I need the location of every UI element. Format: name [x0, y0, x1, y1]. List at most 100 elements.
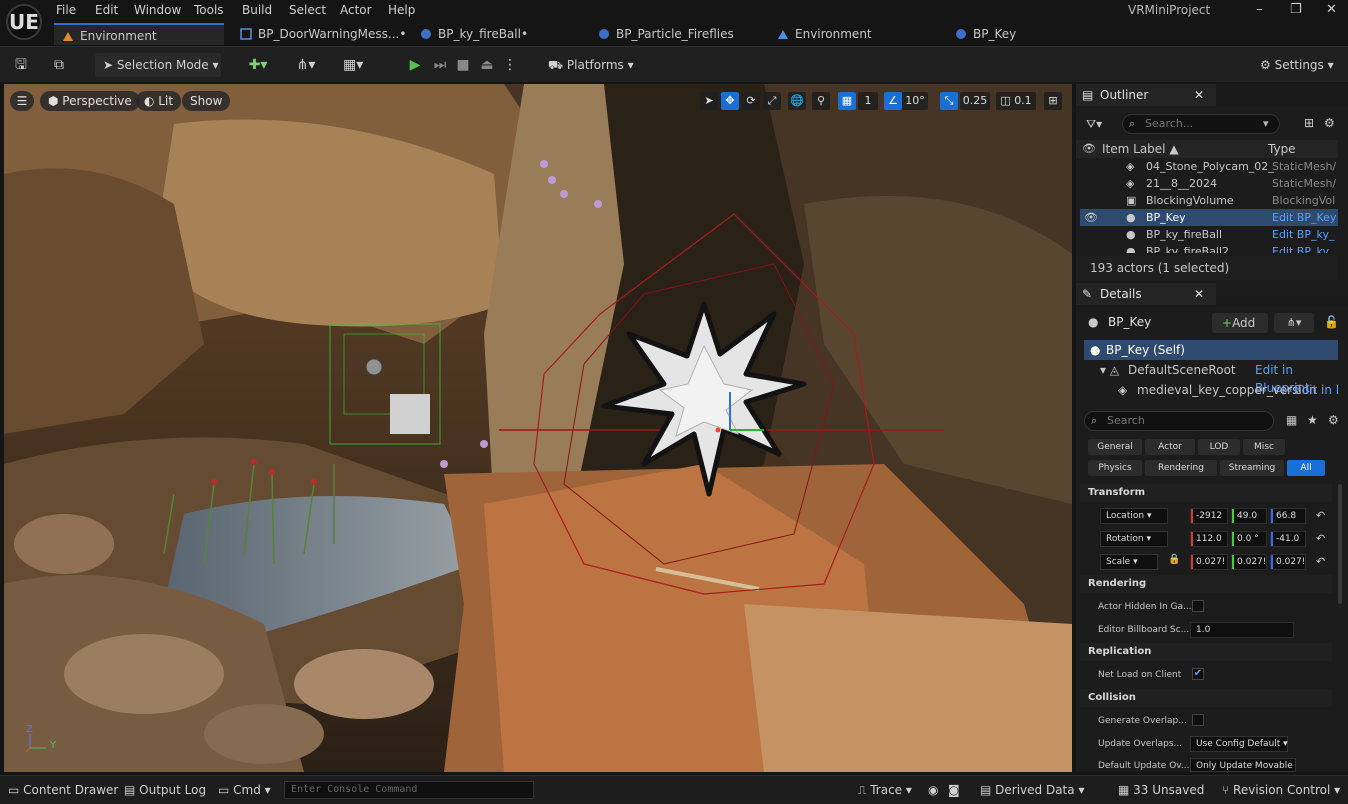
menu-help[interactable]: Help: [388, 3, 415, 17]
filter-misc[interactable]: Misc: [1243, 439, 1285, 455]
scale-y-field[interactable]: 0.027!: [1231, 554, 1267, 570]
content-drawer-button[interactable]: ▭ Content Drawer: [8, 783, 118, 797]
menu-file[interactable]: File: [56, 3, 76, 17]
outliner-search-input[interactable]: ⌕ Search... ▾: [1122, 114, 1280, 134]
filter-streaming[interactable]: Streaming: [1220, 460, 1284, 476]
screenshot-icon[interactable]: ◙: [948, 783, 960, 797]
tab-bp-ky-fireball[interactable]: BP_ky_fireBall•: [420, 23, 528, 45]
tab-bp-doorwarning[interactable]: BP_DoorWarningMess...•: [240, 23, 406, 45]
tab-bp-key[interactable]: BP_Key: [955, 23, 1016, 45]
item-type-link[interactable]: Edit BP_ky_: [1272, 226, 1334, 243]
location-dropdown[interactable]: Location ▾: [1100, 508, 1168, 524]
level-viewport[interactable]: ☰ ⬢ Perspective ◐ Lit Show ➤ ✥ ⟳ ⤢ 🌐 ⚲ ▦…: [4, 84, 1072, 772]
rendering-category[interactable]: Rendering: [1080, 575, 1332, 593]
component-medieval-key[interactable]: ◈ medieval_key_copper_versionEdit in Bl: [1084, 381, 1338, 399]
play-icon[interactable]: ▶: [405, 55, 425, 75]
revision-control-dropdown[interactable]: ⑂ Revision Control ▾: [1222, 783, 1340, 797]
generate-overlap-checkbox[interactable]: [1192, 714, 1204, 726]
outliner-tab[interactable]: ▤ Outliner ✕: [1076, 84, 1216, 106]
scale-x-field[interactable]: 0.027!: [1190, 554, 1228, 570]
filter-icon[interactable]: ⛛▾: [1086, 117, 1102, 132]
filter-actor[interactable]: Actor: [1145, 439, 1195, 455]
item-type-link[interactable]: Edit BP_ky: [1272, 243, 1329, 253]
cmd-dropdown[interactable]: ▭ Cmd ▾: [218, 783, 271, 797]
menu-window[interactable]: Window: [134, 3, 181, 17]
details-tab[interactable]: ✎ Details ✕: [1076, 283, 1216, 305]
col-type[interactable]: Type: [1268, 142, 1296, 156]
eye-icon[interactable]: 👁: [1084, 209, 1098, 226]
table-view-icon[interactable]: ▦: [1286, 413, 1297, 427]
collision-category[interactable]: Collision: [1080, 689, 1332, 707]
filter-all[interactable]: All: [1287, 460, 1325, 476]
location-y-field[interactable]: 49.0: [1231, 508, 1267, 524]
menu-actor[interactable]: Actor: [340, 3, 372, 17]
stop-icon[interactable]: ■: [453, 55, 473, 75]
select-tool-icon[interactable]: ➤: [700, 92, 718, 110]
source-control-icon[interactable]: ⧉: [49, 55, 69, 75]
menu-edit[interactable]: Edit: [95, 3, 118, 17]
eye-icon[interactable]: 👁: [1082, 142, 1096, 155]
gear-icon[interactable]: ⚙: [1328, 413, 1339, 427]
derived-data-dropdown[interactable]: ▤ Derived Data ▾: [980, 783, 1084, 797]
reset-icon[interactable]: ↶: [1316, 532, 1325, 545]
col-item-label[interactable]: Item Label ▲: [1102, 142, 1179, 156]
default-update-dropdown[interactable]: Only Update Movable ▾: [1190, 758, 1296, 772]
console-input[interactable]: Enter Console Command: [284, 781, 534, 799]
record-icon[interactable]: ◉: [928, 783, 938, 797]
filter-general[interactable]: General: [1088, 439, 1142, 455]
lock-icon[interactable]: 🔒: [1168, 554, 1180, 565]
scale-z-field[interactable]: 0.027!: [1270, 554, 1306, 570]
tab-bp-particle-fireflies[interactable]: BP_Particle_Fireflies: [598, 23, 734, 45]
show-button[interactable]: Show: [182, 91, 231, 111]
selection-mode-dropdown[interactable]: ➤ Selection Mode ▾: [95, 53, 221, 77]
list-item[interactable]: ▣ BlockingVolume BlockingVol: [1080, 192, 1338, 209]
update-overlaps-dropdown[interactable]: Use Config Default ▾: [1190, 736, 1288, 752]
details-scrollbar[interactable]: [1338, 484, 1342, 604]
list-item[interactable]: ◈ 21__8__2024 StaticMesh/: [1080, 175, 1338, 192]
unsaved-button[interactable]: ▦ 33 Unsaved: [1118, 783, 1204, 797]
actor-hidden-checkbox[interactable]: [1192, 600, 1204, 612]
list-item-selected[interactable]: 👁 ● BP_Key Edit BP_Key: [1080, 209, 1338, 226]
world-space-icon[interactable]: 🌐: [788, 92, 806, 110]
filter-lod[interactable]: LOD: [1198, 439, 1240, 455]
net-load-checkbox[interactable]: ✔: [1192, 668, 1204, 680]
blueprint-menu-icon[interactable]: ⋔▾: [296, 55, 316, 75]
edit-in-blueprint-link[interactable]: Edit in Bl: [1294, 381, 1338, 399]
rotation-dropdown[interactable]: Rotation ▾: [1100, 531, 1168, 547]
unreal-logo[interactable]: UE: [6, 4, 42, 40]
blueprint-options-dropdown[interactable]: ⋔▾: [1274, 313, 1314, 333]
menu-build[interactable]: Build: [242, 3, 272, 17]
component-default-scene-root[interactable]: ▾ ◬ DefaultSceneRoot Edit in Blueprint: [1084, 361, 1338, 395]
scale-dropdown[interactable]: Scale ▾: [1100, 554, 1158, 570]
list-item[interactable]: ● BP_ky_fireBall Edit BP_ky_: [1080, 226, 1338, 243]
close-icon[interactable]: ✕: [1194, 84, 1204, 106]
star-icon[interactable]: ★: [1307, 413, 1318, 427]
location-z-field[interactable]: 66.8: [1270, 508, 1306, 524]
rotate-tool-icon[interactable]: ⟳: [742, 92, 760, 110]
scale-snap-icon[interactable]: ⤡: [940, 92, 958, 110]
transform-category[interactable]: Transform: [1080, 484, 1332, 502]
minimize-button[interactable]: –: [1256, 2, 1263, 17]
lit-button[interactable]: ◐ Lit: [136, 91, 182, 111]
eject-icon[interactable]: ⏏: [477, 55, 497, 75]
grid-snap-icon[interactable]: ▦: [838, 92, 856, 110]
filter-rendering[interactable]: Rendering: [1145, 460, 1217, 476]
close-icon[interactable]: ✕: [1194, 283, 1204, 305]
perspective-button[interactable]: ⬢ Perspective: [40, 91, 140, 111]
surface-snap-icon[interactable]: ⚲: [812, 92, 830, 110]
reset-icon[interactable]: ↶: [1316, 509, 1325, 522]
translate-tool-icon[interactable]: ✥: [721, 92, 739, 110]
menu-tools[interactable]: Tools: [194, 3, 224, 17]
location-x-field[interactable]: -2912: [1190, 508, 1228, 524]
component-self[interactable]: ● BP_Key (Self): [1084, 340, 1338, 360]
rotation-snap-value[interactable]: 10°: [902, 92, 928, 110]
rotation-y-field[interactable]: 0.0 °: [1231, 531, 1267, 547]
platforms-dropdown[interactable]: ⛟ Platforms ▾: [540, 53, 642, 77]
trace-dropdown[interactable]: ⎍ Trace ▾: [858, 783, 912, 798]
rotation-snap-icon[interactable]: ∠: [884, 92, 902, 110]
reset-icon[interactable]: ↶: [1316, 555, 1325, 568]
lock-icon[interactable]: 🔓: [1324, 315, 1339, 329]
output-log-button[interactable]: ▤ Output Log: [124, 783, 206, 797]
add-component-button[interactable]: +Add: [1212, 313, 1268, 333]
tab-environment-2[interactable]: Environment: [777, 23, 872, 45]
